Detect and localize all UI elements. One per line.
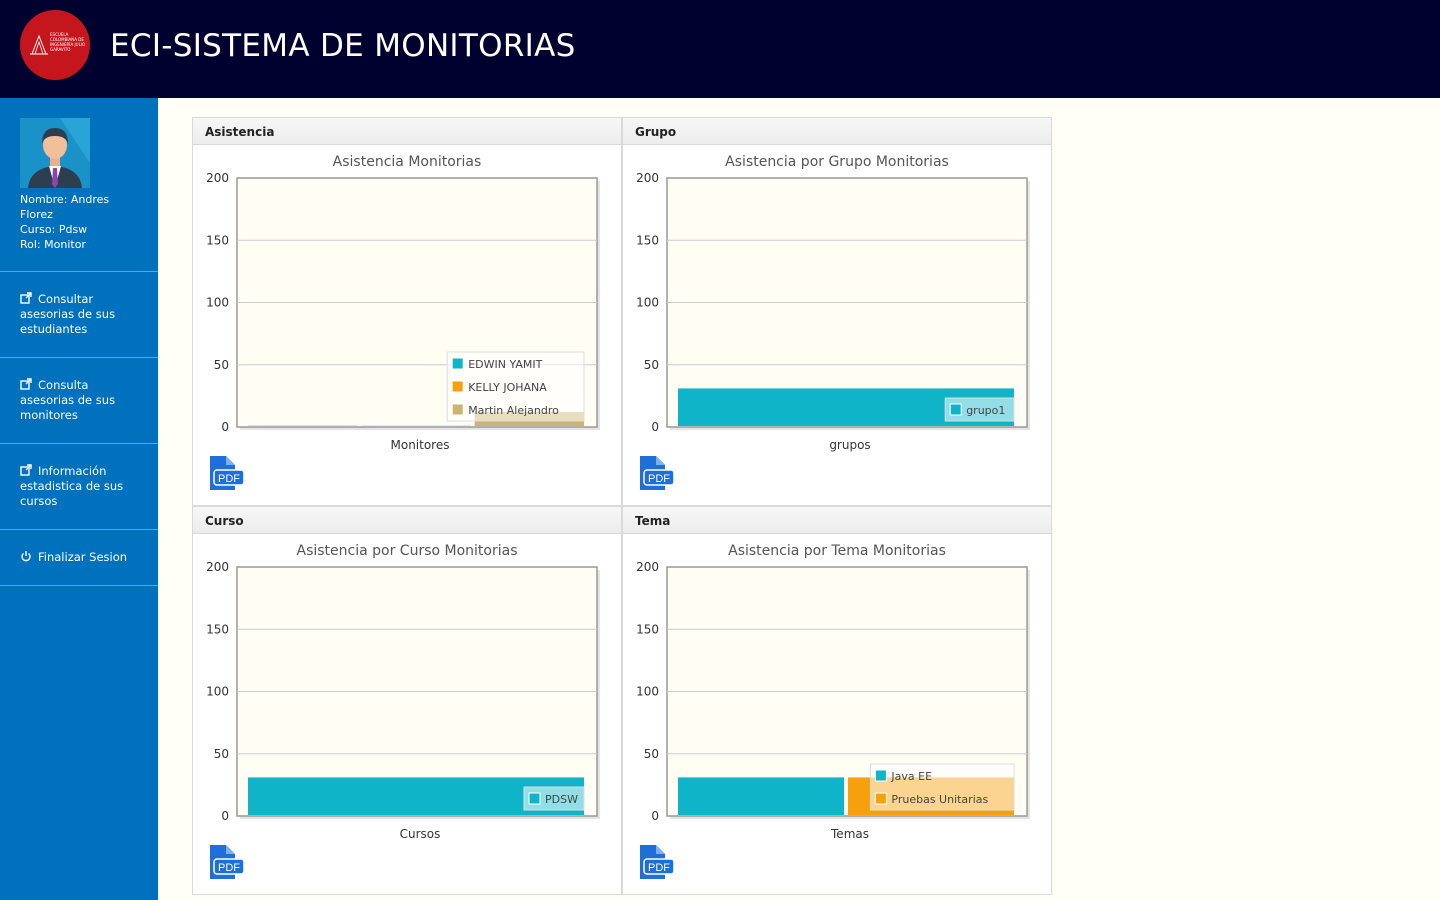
chart-title: Asistencia por Curso Monitorias (297, 543, 518, 559)
x-axis-label: Cursos (400, 827, 441, 841)
pdf-file-icon: PDF (210, 845, 245, 879)
legend-label: Pruebas Unitarias (891, 793, 988, 806)
y-tick-label: 0 (221, 809, 229, 823)
chart-asistencia: Asistencia Monitorias 0 50 100 150 200 Monitor… (206, 154, 600, 452)
panel-curso: Curso Asistencia por Curso Monitorias 0 50… (192, 506, 622, 895)
x-axis-label: grupos (829, 438, 870, 452)
pdf-file-icon: PDF (640, 845, 675, 879)
pdf-file-icon: PDF (210, 456, 245, 490)
legend-label: EDWIN YAMIT (468, 358, 542, 371)
bar (678, 777, 844, 815)
nav-label: Información estadistica de sus cursos (20, 464, 124, 508)
legend-label: Java EE (890, 770, 932, 783)
legend-swatch (451, 357, 464, 370)
legend-swatch (874, 792, 887, 805)
logo-text: ESCUELA COLOMBIANA DE INGENIERÍA JULIO G… (50, 32, 86, 52)
external-link-icon (20, 464, 32, 476)
sidebar: Nombre: Andres Florez Curso: Pdsw Rol: M… (0, 98, 158, 900)
legend-label: grupo1 (966, 404, 1005, 417)
pdf-icon-label: PDF (218, 862, 240, 874)
avatar (20, 118, 90, 188)
nav-label: Consulta asesorias de sus monitores (20, 378, 116, 422)
panel-asistencia: Asistencia Asistencia Monitorias 0 50 100 15… (192, 117, 622, 506)
top-header: ESCUELA COLOMBIANA DE INGENIERÍA JULIO G… (0, 0, 1440, 98)
chart-title: Asistencia por Tema Monitorias (728, 543, 946, 559)
profile-name: Nombre: Andres Florez (20, 193, 110, 221)
profile-role: Rol: Monitor (20, 238, 86, 251)
legend-swatch (949, 403, 962, 416)
chart-curso: Asistencia por Curso Monitorias 0 50 100 150… (206, 543, 600, 841)
y-tick-label: 150 (206, 622, 229, 636)
x-axis-label: Temas (830, 827, 869, 841)
chart-title: Asistencia Monitorias (333, 154, 482, 170)
school-logo[interactable]: ESCUELA COLOMBIANA DE INGENIERÍA JULIO G… (20, 10, 90, 80)
y-tick-label: 100 (636, 296, 659, 310)
y-tick-label: 200 (636, 171, 659, 185)
pdf-export-button[interactable]: PDF (638, 456, 676, 493)
y-tick-label: 50 (644, 358, 659, 372)
nav-consulta-asesorias-monitores[interactable]: Consulta asesorias de sus monitores (0, 358, 158, 444)
legend-label: PDSW (545, 793, 578, 806)
panel-header: Grupo (623, 118, 1051, 145)
chart-grupo: Asistencia por Grupo Monitorias 0 50 100 150… (636, 154, 1030, 452)
panel-tema: Tema Asistencia por Tema Monitorias 0 50 10… (622, 506, 1052, 895)
external-link-icon (20, 378, 32, 390)
y-tick-label: 100 (206, 685, 229, 699)
user-avatar-icon (20, 118, 90, 188)
y-tick-label: 100 (636, 685, 659, 699)
y-tick-label: 200 (636, 560, 659, 574)
y-tick-label: 50 (214, 747, 229, 761)
pdf-export-button[interactable]: PDF (208, 845, 246, 882)
y-tick-label: 50 (214, 358, 229, 372)
y-tick-label: 50 (644, 747, 659, 761)
pdf-export-button[interactable]: PDF (208, 456, 246, 493)
nav-finalizar-sesion[interactable]: Finalizar Sesion (0, 530, 158, 586)
nav-consultar-asesorias-estudiantes[interactable]: Consultar asesorias de sus estudiantes (0, 272, 158, 358)
logo-mark-icon (30, 34, 48, 55)
chart-title: Asistencia por Grupo Monitorias (725, 154, 949, 170)
y-tick-label: 150 (636, 233, 659, 247)
pdf-icon-label: PDF (648, 473, 670, 485)
panel-header: Asistencia (193, 118, 621, 145)
y-tick-label: 100 (206, 296, 229, 310)
pdf-icon-label: PDF (218, 473, 240, 485)
legend-swatch (528, 792, 541, 805)
pdf-icon-label: PDF (648, 862, 670, 874)
profile-course: Curso: Pdsw (20, 223, 88, 236)
panel-grupo: Grupo Asistencia por Grupo Monitorias 0 50… (622, 117, 1052, 506)
legend-label: Martin Alejandro (468, 404, 559, 417)
y-tick-label: 150 (636, 622, 659, 636)
x-axis-label: Monitores (391, 438, 450, 452)
y-tick-label: 0 (651, 420, 659, 434)
legend-swatch (874, 769, 887, 782)
y-tick-label: 200 (206, 171, 229, 185)
y-tick-label: 0 (221, 420, 229, 434)
panel-header: Curso (193, 507, 621, 534)
pdf-file-icon: PDF (640, 456, 675, 490)
nav-label: Consultar asesorias de sus estudiantes (20, 292, 116, 336)
external-link-icon (20, 292, 32, 304)
user-profile: Nombre: Andres Florez Curso: Pdsw Rol: M… (0, 98, 158, 272)
app-title: ECI-SISTEMA DE MONITORIAS (110, 28, 576, 64)
chart-tema: Asistencia por Tema Monitorias 0 50 100 150 2… (636, 543, 1030, 841)
legend-swatch (451, 403, 464, 416)
nav-informacion-estadistica[interactable]: Información estadistica de sus cursos (0, 444, 158, 530)
y-tick-label: 200 (206, 560, 229, 574)
pdf-export-button[interactable]: PDF (638, 845, 676, 882)
nav-label: Finalizar Sesion (38, 550, 128, 564)
y-tick-label: 150 (206, 233, 229, 247)
panel-header: Tema (623, 507, 1051, 534)
y-tick-label: 0 (651, 809, 659, 823)
legend-label: KELLY JOHANA (468, 381, 547, 394)
legend-swatch (451, 380, 464, 393)
profile-info: Nombre: Andres Florez Curso: Pdsw Rol: M… (20, 192, 138, 252)
power-icon (21, 551, 31, 562)
